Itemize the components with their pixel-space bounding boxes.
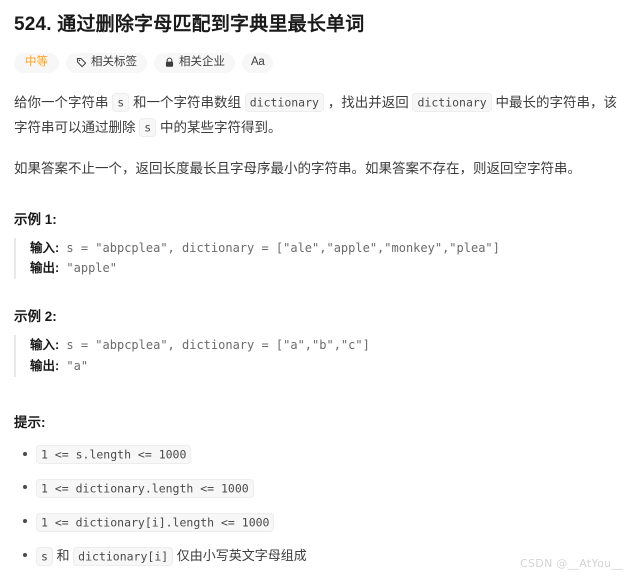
inline-code-s-1: s — [112, 93, 130, 113]
inline-code-s-2: s — [139, 118, 157, 138]
hint-2-code: 1 <= dictionary.length <= 1000 — [36, 478, 254, 498]
example-2-heading: 示例 2: — [14, 309, 57, 325]
related-companies-button[interactable]: 相关企业 — [154, 52, 235, 73]
description-paragraph-2: 如果答案不止一个，返回长度最长且字母序最小的字符串。如果答案不存在，则返回空字符… — [14, 160, 581, 176]
hints-heading: 提示: — [14, 414, 46, 430]
hint-item-1: 1 <= s.length <= 1000 — [23, 445, 623, 466]
tag-icon — [76, 57, 87, 68]
hint-4-text: 仅由小写英文字母组成 — [173, 548, 307, 564]
example-1-input-value: s = "abpcplea", dictionary = ["ale","app… — [59, 240, 500, 255]
hint-4-code-dictionary: dictionary[i] — [73, 546, 174, 566]
hints-list: 1 <= s.length <= 1000 1 <= dictionary.le… — [14, 445, 623, 567]
related-companies-label: 相关企业 — [179, 55, 225, 68]
font-size-button[interactable]: Aa — [242, 52, 274, 73]
related-tags-button[interactable]: 相关标签 — [66, 52, 147, 73]
watermark: CSDN @__AtYou__ — [520, 557, 623, 570]
related-tags-label: 相关标签 — [91, 55, 137, 68]
hint-item-3: 1 <= dictionary[i].length <= 1000 — [23, 512, 623, 533]
hint-4-conjunction: 和 — [52, 548, 74, 564]
example-2-output-label: 输出: — [30, 358, 60, 373]
example-1-block: 输入: s = "abpcplea", dictionary = ["ale",… — [14, 237, 623, 280]
badge-row: 中等 相关标签 相关企业 Aa — [14, 52, 623, 73]
difficulty-label: 中等 — [25, 55, 48, 68]
problem-page: 524. 通过删除字母匹配到字典里最长单词 中等 相关标签 相关企业 Aa 给你… — [0, 0, 637, 567]
example-1-heading: 示例 1: — [14, 211, 57, 227]
desc-text-3: ，找出并返回 — [323, 94, 413, 110]
example-2-block: 输入: s = "abpcplea", dictionary = ["a","b… — [14, 335, 623, 377]
example-1-output: 输出: "apple" — [30, 258, 623, 279]
example-2-input-label: 输入: — [30, 338, 60, 353]
inline-code-dictionary-2: dictionary — [412, 93, 492, 113]
description-paragraph-1: 给你一个字符串 s 和一个字符串数组 dictionary ，找出并返回 dic… — [14, 91, 623, 141]
example-2-input: 输入: s = "abpcplea", dictionary = ["a","b… — [30, 335, 623, 356]
lock-icon — [164, 57, 175, 68]
difficulty-badge[interactable]: 中等 — [14, 52, 59, 73]
desc-text-1: 给你一个字符串 — [14, 94, 113, 110]
example-2-output: 输出: "a" — [30, 356, 623, 377]
hint-1-code: 1 <= s.length <= 1000 — [36, 445, 192, 465]
example-2-output-value: "a" — [59, 358, 89, 373]
inline-code-dictionary-1: dictionary — [244, 93, 324, 113]
example-1-output-value: "apple" — [59, 261, 117, 276]
example-2-input-value: s = "abpcplea", dictionary = ["a","b","c… — [59, 338, 370, 353]
hint-4-code-s: s — [36, 546, 53, 566]
desc-text-5: 中的某些字符得到。 — [156, 119, 282, 135]
hint-3-code: 1 <= dictionary[i].length <= 1000 — [36, 512, 275, 532]
example-1-input: 输入: s = "abpcplea", dictionary = ["ale",… — [30, 238, 623, 259]
hint-item-2: 1 <= dictionary.length <= 1000 — [23, 478, 623, 499]
desc-text-2: 和一个字符串数组 — [129, 94, 245, 110]
example-1-output-label: 输出: — [30, 261, 60, 276]
page-title: 524. 通过删除字母匹配到字典里最长单词 — [14, 14, 365, 35]
example-1-input-label: 输入: — [30, 240, 60, 255]
font-size-icon: Aa — [251, 55, 265, 68]
